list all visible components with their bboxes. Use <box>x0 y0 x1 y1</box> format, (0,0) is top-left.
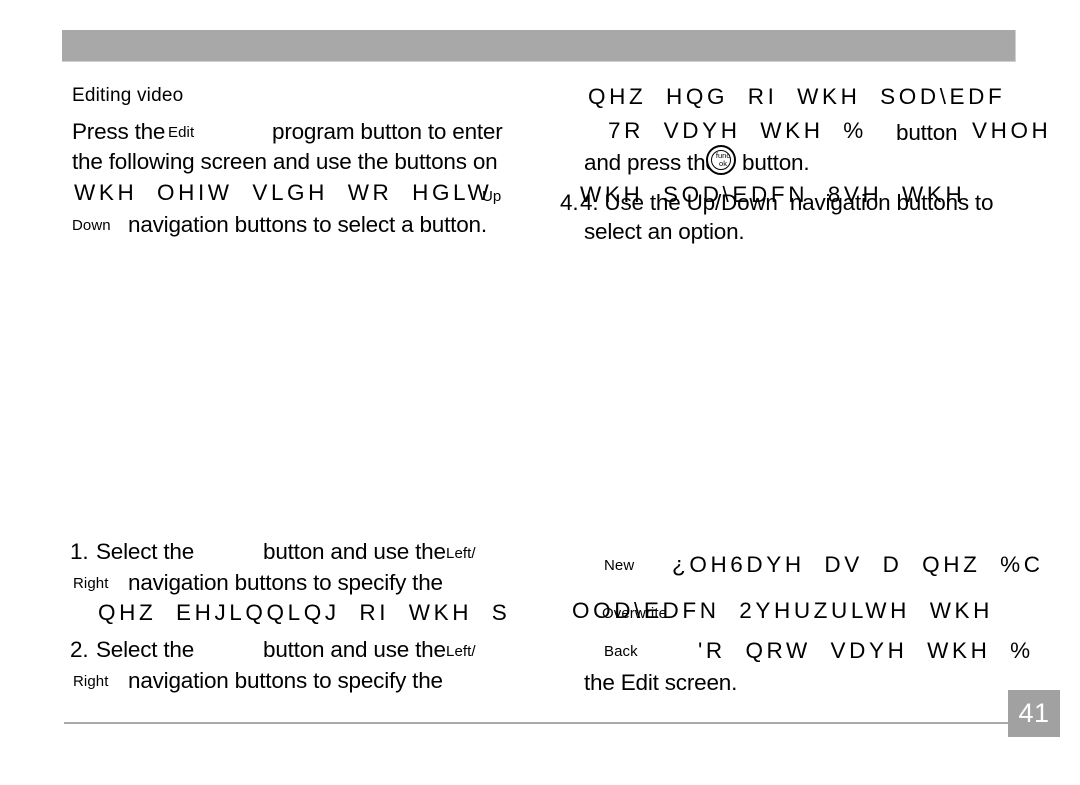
step-2-text-c: navigation buttons to specify the <box>128 668 443 693</box>
step-1-left-label: Left/ <box>446 545 476 562</box>
step-1-text-a: Select the <box>96 539 195 564</box>
step-1-text-c: navigation buttons to specify the <box>128 570 443 595</box>
step-2-right-label: Right <box>73 673 109 690</box>
intro-line3-cipher: WKH OHIW VLGH WR HGLW <box>74 180 493 205</box>
right-line5: select an option. <box>584 219 745 244</box>
intro-down-label: Down <box>72 217 111 234</box>
step-1-cipher-line: QHZ EHJLQQLQJ RI WKH S <box>98 600 511 625</box>
right-text-column: QHZ HQG RI WKH SOD\EDF 7R VDYH WKH % but… <box>560 0 1080 785</box>
option-back-cipher: 'R QRW VDYH WKH % <box>698 638 1034 663</box>
step-1-text-b: button and use the <box>263 539 446 564</box>
intro-line1-prefix: Press the <box>72 119 166 144</box>
option-back-label: Back <box>604 643 638 660</box>
func-ok-button-icon[interactable]: func ok <box>706 145 736 175</box>
step-1-right-label: Right <box>73 575 109 592</box>
right-closing-line: the Edit screen. <box>584 670 738 695</box>
right-cipher-line2-tail: VHOH <box>972 118 1052 143</box>
right-cipher-line2: 7R VDYH WKH % <box>608 118 867 143</box>
page-number-badge: 41 <box>1008 690 1060 737</box>
intro-edit-label: Edit <box>168 124 195 141</box>
func-ok-bottom-text: ok <box>719 159 727 168</box>
option-new-label: New <box>604 557 635 574</box>
option-overwrite-label: Overwrite <box>602 605 668 622</box>
step-2-text-a: Select the <box>96 637 195 662</box>
intro-line1-suffix: program button to enter <box>272 119 503 144</box>
option-new-cipher: ¿OH6DYH DV D QHZ %C <box>672 552 1044 577</box>
right-cipher-line1: QHZ HQG RI WKH SOD\EDF <box>588 84 1006 109</box>
step-2-text-b: button and use the <box>263 637 446 662</box>
step-1-number: 1. <box>70 539 89 564</box>
section-heading: Editing video <box>72 85 184 106</box>
right-line3-suffix: button. <box>742 150 810 175</box>
right-overlay-button-word: button <box>896 120 958 145</box>
left-text-column: Editing video Press the Edit program but… <box>0 0 590 785</box>
document-page: Editing video Press the Edit program but… <box>0 0 1080 785</box>
intro-line4: navigation buttons to select a button. <box>128 212 487 237</box>
footer-divider <box>64 722 1016 724</box>
right-line3-prefix: and press the <box>584 150 718 175</box>
right-overlay-step4: 4. Use the Up/Down navigation buttons to <box>580 190 994 215</box>
intro-up-label: Up <box>482 188 502 205</box>
step-2-left-label: Left/ <box>446 643 476 660</box>
intro-line2: the following screen and use the buttons… <box>72 149 498 174</box>
step-2-number: 2. <box>70 637 89 662</box>
